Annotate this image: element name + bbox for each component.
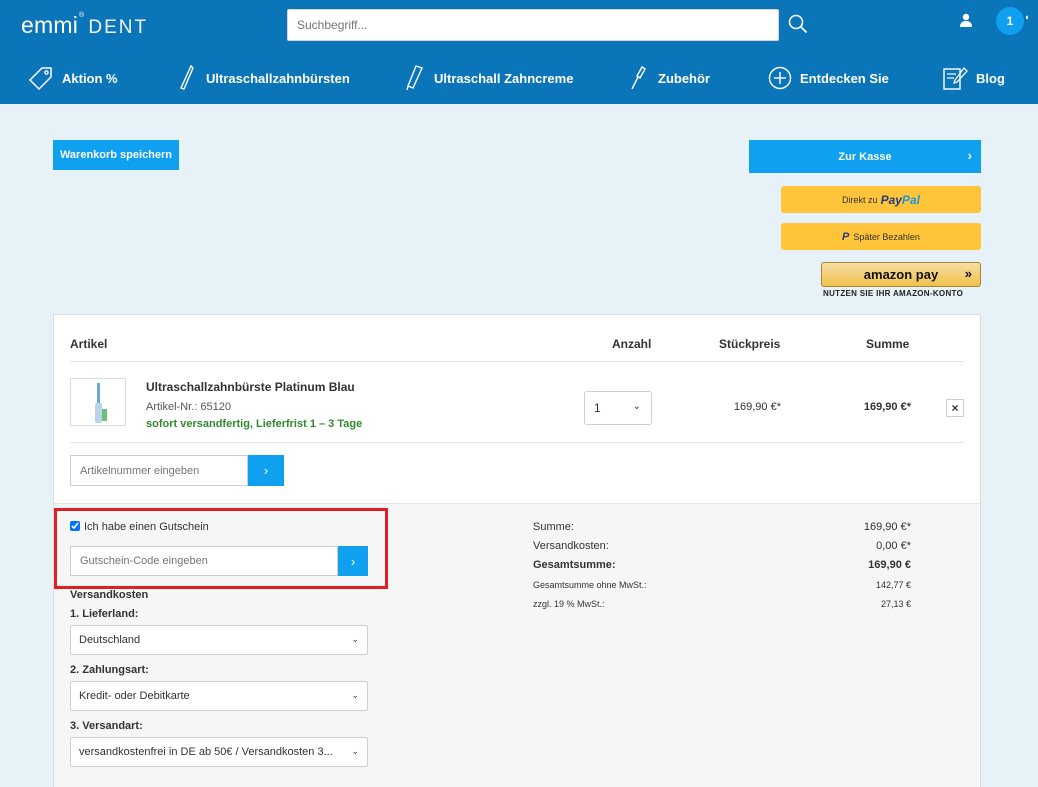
pay-later-button[interactable]: P Später Bezahlen — [781, 223, 981, 250]
summary-label: zzgl. 19 % MwSt.: — [533, 599, 605, 609]
column-header-total: Summe — [866, 337, 910, 351]
paypal-button[interactable]: Direkt zu PayPal — [781, 186, 981, 213]
chevron-down-icon: ⌄ — [632, 401, 641, 412]
voucher-field[interactable] — [70, 546, 338, 576]
product-title[interactable]: Ultraschallzahnbürste Platinum Blau — [146, 380, 355, 394]
summary-value: 0,00 €* — [876, 540, 911, 552]
search-input[interactable] — [288, 10, 778, 40]
nav-label: Zubehör — [658, 70, 710, 86]
toothbrush-image — [95, 383, 107, 423]
product-thumbnail[interactable] — [70, 378, 126, 426]
nav-item-ultraschall-zahncreme[interactable]: Ultraschall Zahncreme — [404, 56, 573, 100]
user-icon[interactable] — [958, 12, 974, 28]
line-total: 169,90 €* — [863, 401, 911, 413]
logo-subtext: DENT — [88, 17, 149, 38]
delivery-status: sofort versandfertig, Lieferfrist 1 – 3 … — [146, 418, 363, 430]
divider — [70, 361, 964, 362]
paypal-logo: PayPal — [880, 192, 920, 207]
voucher-checkbox-label[interactable]: Ich habe einen Gutschein — [84, 521, 209, 533]
shipping-method-value: versandkostenfrei in DE ab 50€ / Versand… — [79, 746, 333, 758]
shipping-heading: Versandkosten — [70, 589, 149, 601]
paypal-icon: P — [842, 230, 850, 243]
country-value: Deutschland — [79, 634, 141, 646]
checkout-label: Zur Kasse — [838, 150, 892, 163]
logo[interactable]: emmi®DENT — [21, 12, 148, 39]
nav-label: Aktion % — [62, 70, 118, 86]
product-number: Artikel-Nr.: 65120 — [146, 401, 231, 413]
payment-label: 2. Zahlungsart: — [70, 664, 149, 676]
plus-circle-icon — [768, 66, 792, 90]
nav-label: Ultraschall Zahncreme — [434, 70, 574, 86]
paypal-prefix: Direkt zu — [842, 194, 878, 205]
country-label: 1. Lieferland: — [70, 608, 139, 620]
chevron-down-icon: ⌄ — [351, 746, 359, 756]
site-header: emmi®DENT 1 ◖ Aktion % Ultraschallzahnbü… — [0, 0, 1038, 104]
quantity-value: 1 — [594, 401, 601, 415]
close-icon: × — [951, 401, 959, 415]
article-number-field[interactable] — [70, 455, 248, 486]
nav-label: Entdecken Sie — [800, 70, 889, 86]
double-chevron-icon: » — [964, 266, 972, 281]
quantity-select[interactable]: 1 ⌄ — [584, 391, 652, 425]
summary-value: 169,90 €* — [863, 521, 911, 533]
checkout-button[interactable]: Zur Kasse › — [749, 140, 981, 173]
chevron-down-icon: ⌄ — [351, 690, 359, 700]
cart-icon[interactable]: ◖ — [1024, 12, 1029, 22]
amazon-pay-logo: amazon pay — [863, 267, 939, 282]
nav-item-blog[interactable]: Blog — [942, 56, 1005, 100]
logo-text: emmi — [21, 12, 79, 38]
cart-count-badge[interactable]: 1 — [996, 7, 1024, 35]
article-number-input[interactable] — [71, 456, 247, 485]
edit-icon — [943, 67, 968, 90]
summary-value: 169,90 € — [868, 559, 911, 571]
nav-label: Ultraschallzahnbürsten — [206, 70, 350, 86]
payment-select[interactable]: Kredit- oder Debitkarte ⌄ — [70, 681, 368, 711]
tag-icon — [28, 67, 52, 91]
shipping-method-select[interactable]: versandkostenfrei in DE ab 50€ / Versand… — [70, 737, 368, 767]
divider — [70, 442, 964, 443]
toothpaste-icon — [406, 65, 423, 91]
column-header-article: Artikel — [70, 337, 108, 351]
chevron-down-icon: ⌄ — [351, 634, 359, 644]
amazon-note: NUTZEN SIE IHR AMAZON-KONTO — [823, 289, 964, 298]
remove-item-button[interactable]: × — [946, 399, 964, 417]
search-field[interactable] — [287, 9, 779, 41]
toothbrush-icon — [180, 65, 194, 90]
apply-voucher-button[interactable]: › — [338, 546, 368, 576]
chevron-right-icon: › — [263, 463, 269, 478]
summary-label: Gesamtsumme: — [533, 559, 616, 571]
search-icon[interactable] — [787, 13, 809, 35]
add-article-button[interactable]: › — [248, 455, 284, 486]
pay-later-label: Später Bezahlen — [853, 231, 920, 242]
payment-value: Kredit- oder Debitkarte — [79, 690, 190, 702]
logo-registered-mark: ® — [79, 12, 85, 19]
summary-value: 142,77 € — [875, 580, 911, 590]
summary-value: 27,13 € — [880, 599, 911, 609]
main-navigation: Aktion % Ultraschallzahnbürsten Ultrasch… — [0, 56, 1038, 100]
nav-item-aktion[interactable]: Aktion % — [28, 56, 118, 100]
column-header-unit-price: Stückpreis — [719, 337, 781, 351]
save-cart-button[interactable]: Warenkorb speichern — [53, 140, 179, 170]
column-header-qty: Anzahl — [612, 337, 652, 351]
nav-item-zubehoer[interactable]: Zubehör — [628, 56, 710, 100]
chevron-right-icon: › — [350, 553, 356, 569]
summary-label: Gesamtsumme ohne MwSt.: — [533, 580, 647, 590]
summary-label: Summe: — [533, 521, 574, 533]
amazon-pay-button[interactable]: amazon pay » — [821, 262, 981, 287]
country-select[interactable]: Deutschland ⌄ — [70, 625, 368, 655]
chevron-right-icon: › — [967, 148, 972, 163]
brush-head-icon — [631, 65, 646, 90]
summary-label: Versandkosten: — [533, 540, 609, 552]
shipping-method-label: 3. Versandart: — [70, 720, 143, 732]
nav-item-entdecken[interactable]: Entdecken Sie — [768, 56, 889, 100]
nav-item-ultraschallzahnbuersten[interactable]: Ultraschallzahnbürsten — [178, 56, 350, 100]
voucher-code-input[interactable] — [71, 547, 337, 575]
voucher-checkbox[interactable] — [70, 521, 80, 531]
unit-price: 169,90 €* — [733, 401, 781, 413]
nav-label: Blog — [976, 70, 1005, 86]
